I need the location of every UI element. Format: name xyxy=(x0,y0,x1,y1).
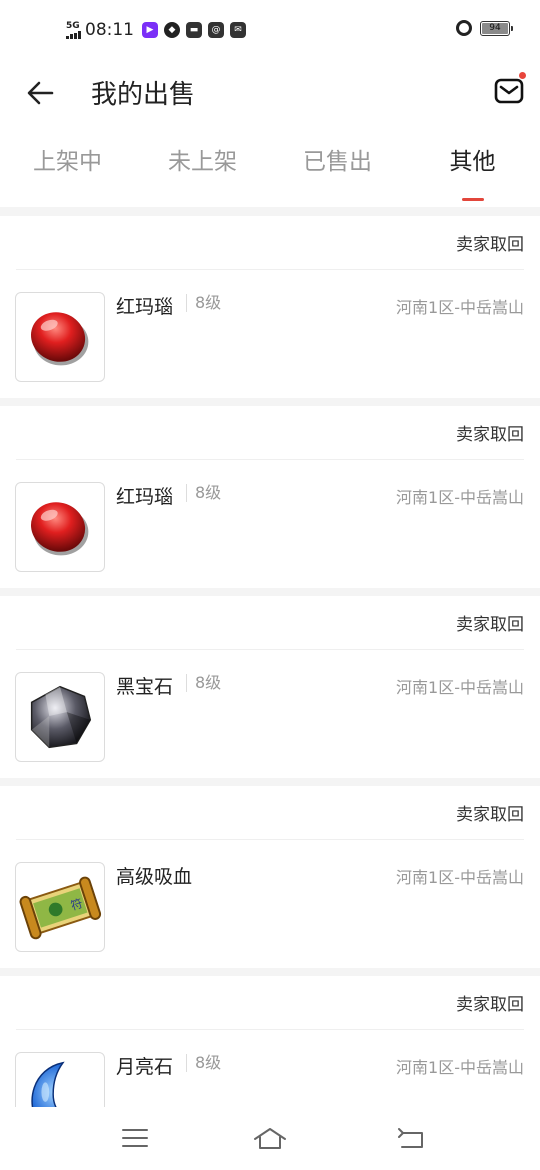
page-title: 我的出售 xyxy=(91,80,196,110)
item-server: 河南1区-中岳嵩山 xyxy=(396,488,524,507)
tab-label: 上架中 xyxy=(33,149,102,175)
black-gem-icon xyxy=(30,685,92,749)
scroll-icon: 符 xyxy=(19,876,102,940)
tab-sold[interactable]: 已售出 xyxy=(270,134,405,204)
item-thumbnail: 符 xyxy=(15,862,105,952)
tab-label: 未上架 xyxy=(168,149,237,175)
back-icon xyxy=(398,1128,423,1148)
item-server: 河南1区-中岳嵩山 xyxy=(396,298,524,317)
order-list[interactable]: 卖家取回 红玛瑙 8级 河南1区-中岳嵩山 卖家取回 红玛瑙 8级 河南1区-中… xyxy=(0,207,540,1107)
mail-button[interactable] xyxy=(494,72,526,106)
tab-not-listed[interactable]: 未上架 xyxy=(135,134,270,204)
order-card-header: 卖家取回 xyxy=(16,976,524,1030)
order-status: 卖家取回 xyxy=(456,995,524,1015)
network-type: 5G xyxy=(66,20,80,31)
home-button[interactable] xyxy=(252,1125,288,1151)
order-card-body: 红玛瑙 8级 河南1区-中岳嵩山 xyxy=(0,270,540,398)
red-agate-icon xyxy=(30,312,89,366)
order-card[interactable]: 卖家取回 黑宝石 8级 河南1区-中岳嵩山 xyxy=(0,596,540,778)
order-card-body: 黑宝石 8级 河南1区-中岳嵩山 xyxy=(0,650,540,778)
item-name: 黑宝石 xyxy=(116,676,174,698)
back-button[interactable] xyxy=(24,76,58,110)
order-status: 卖家取回 xyxy=(456,615,524,635)
order-card-body: 符 高级吸血 河南1区-中岳嵩山 xyxy=(0,840,540,968)
item-name: 红玛瑙 xyxy=(116,296,174,318)
order-card-header: 卖家取回 xyxy=(16,216,524,270)
order-card-header: 卖家取回 xyxy=(16,786,524,840)
tab-label: 其他 xyxy=(449,149,496,175)
battery-percent: 94 xyxy=(489,23,501,33)
order-card[interactable]: 卖家取回 月亮石 8级 河南1区-中岳嵩山 xyxy=(0,976,540,1107)
system-nav-bar xyxy=(0,1107,540,1170)
red-agate-icon xyxy=(30,502,89,556)
status-left: 5G 08:11 ▶ ◆ ▬ @ ✉ xyxy=(66,18,252,42)
battery-icon: 94 xyxy=(480,20,513,36)
tab-on-sale[interactable]: 上架中 xyxy=(0,134,135,204)
order-status: 卖家取回 xyxy=(456,235,524,255)
unread-dot xyxy=(519,72,526,79)
home-icon xyxy=(254,1128,286,1149)
item-server: 河南1区-中岳嵩山 xyxy=(396,868,524,887)
item-level: 8级 xyxy=(186,294,221,312)
menu-icon xyxy=(122,1129,148,1147)
tab-bar: 上架中 未上架 已售出 其他 xyxy=(0,134,540,204)
system-back-button[interactable] xyxy=(396,1125,426,1151)
status-bar: 5G 08:11 ▶ ◆ ▬ @ ✉ 94 xyxy=(0,0,540,60)
status-time: 08:11 xyxy=(85,20,134,40)
item-name: 月亮石 xyxy=(116,1056,174,1078)
item-level: 8级 xyxy=(186,674,221,692)
tab-other[interactable]: 其他 xyxy=(405,134,540,204)
alarm-icon xyxy=(456,20,472,36)
at-icon: @ xyxy=(208,22,224,38)
compass-icon: ◆ xyxy=(164,22,180,38)
order-card[interactable]: 卖家取回 红玛瑙 8级 河南1区-中岳嵩山 xyxy=(0,216,540,398)
mail-icon xyxy=(494,78,524,104)
vip-icon: ▬ xyxy=(186,22,202,38)
order-card-header: 卖家取回 xyxy=(16,406,524,460)
item-thumbnail xyxy=(15,482,105,572)
item-level: 8级 xyxy=(186,1054,221,1072)
message-app-icon: ✉ xyxy=(230,22,246,38)
active-tab-indicator xyxy=(461,198,484,201)
order-status: 卖家取回 xyxy=(456,805,524,825)
item-server: 河南1区-中岳嵩山 xyxy=(396,1058,524,1077)
menu-button[interactable] xyxy=(120,1125,150,1151)
item-level: 8级 xyxy=(186,484,221,502)
arrow-left-icon xyxy=(27,81,54,105)
order-card-body: 月亮石 8级 河南1区-中岳嵩山 xyxy=(0,1030,540,1107)
item-server: 河南1区-中岳嵩山 xyxy=(396,678,524,697)
item-thumbnail xyxy=(15,672,105,762)
video-app-icon: ▶ xyxy=(142,22,158,38)
signal-icon: 5G xyxy=(66,20,81,39)
item-name: 高级吸血 xyxy=(116,866,193,888)
order-status: 卖家取回 xyxy=(456,425,524,445)
tab-label: 已售出 xyxy=(303,149,372,175)
order-card[interactable]: 卖家取回 符 高级吸血 河南1区-中岳嵩山 xyxy=(0,786,540,968)
item-thumbnail xyxy=(15,1052,105,1107)
status-right: 94 xyxy=(456,20,513,36)
order-card-header: 卖家取回 xyxy=(16,596,524,650)
order-card[interactable]: 卖家取回 红玛瑙 8级 河南1区-中岳嵩山 xyxy=(0,406,540,588)
moonstone-icon xyxy=(31,1061,65,1107)
item-thumbnail xyxy=(15,292,105,382)
order-card-body: 红玛瑙 8级 河南1区-中岳嵩山 xyxy=(0,460,540,588)
item-name: 红玛瑙 xyxy=(116,486,174,508)
header: 我的出售 xyxy=(0,60,540,124)
